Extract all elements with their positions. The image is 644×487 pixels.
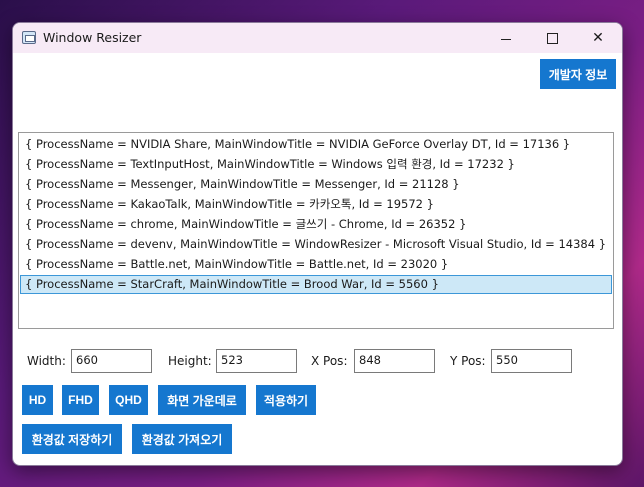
minimize-button[interactable] — [483, 23, 529, 53]
title-bar[interactable]: Window Resizer ✕ — [13, 23, 622, 53]
hd-button[interactable]: HD — [22, 385, 53, 415]
close-button[interactable]: ✕ — [575, 23, 621, 53]
apply-button[interactable]: 적용하기 — [256, 385, 316, 415]
maximize-button[interactable] — [529, 23, 575, 53]
app-window: Window Resizer ✕ 개발자 정보 { ProcessName = … — [12, 22, 623, 466]
height-field[interactable]: 523 — [216, 349, 297, 373]
window-title: Window Resizer — [43, 30, 142, 45]
window-app-icon — [22, 31, 36, 44]
qhd-button[interactable]: QHD — [109, 385, 148, 415]
list-item[interactable]: { ProcessName = Messenger, MainWindowTit… — [20, 175, 612, 194]
ypos-field[interactable]: 550 — [491, 349, 572, 373]
width-label: Width: — [27, 354, 66, 368]
maximize-icon — [546, 32, 558, 44]
list-item-selected[interactable]: { ProcessName = StarCraft, MainWindowTit… — [20, 275, 612, 294]
minimize-icon — [501, 38, 511, 40]
list-item[interactable]: { ProcessName = NVIDIA Share, MainWindow… — [20, 135, 612, 154]
fhd-button[interactable]: FHD — [62, 385, 99, 415]
height-label: Height: — [168, 354, 212, 368]
list-item[interactable]: { ProcessName = TextInputHost, MainWindo… — [20, 155, 612, 174]
developer-info-button[interactable]: 개발자 정보 — [540, 59, 616, 89]
center-screen-button[interactable]: 화면 가운데로 — [158, 385, 246, 415]
load-settings-button[interactable]: 환경값 가져오기 — [132, 424, 232, 454]
xpos-field[interactable]: 848 — [354, 349, 435, 373]
list-item[interactable]: { ProcessName = KakaoTalk, MainWindowTit… — [20, 195, 612, 214]
ypos-label: Y Pos: — [450, 354, 486, 368]
save-settings-button[interactable]: 환경값 저장하기 — [22, 424, 122, 454]
close-icon: ✕ — [592, 30, 604, 46]
xpos-label: X Pos: — [311, 354, 348, 368]
process-list[interactable]: { ProcessName = NVIDIA Share, MainWindow… — [18, 132, 614, 329]
list-item[interactable]: { ProcessName = chrome, MainWindowTitle … — [20, 215, 612, 234]
list-item[interactable]: { ProcessName = Battle.net, MainWindowTi… — [20, 255, 612, 274]
list-item[interactable]: { ProcessName = devenv, MainWindowTitle … — [20, 235, 612, 254]
width-field[interactable]: 660 — [71, 349, 152, 373]
